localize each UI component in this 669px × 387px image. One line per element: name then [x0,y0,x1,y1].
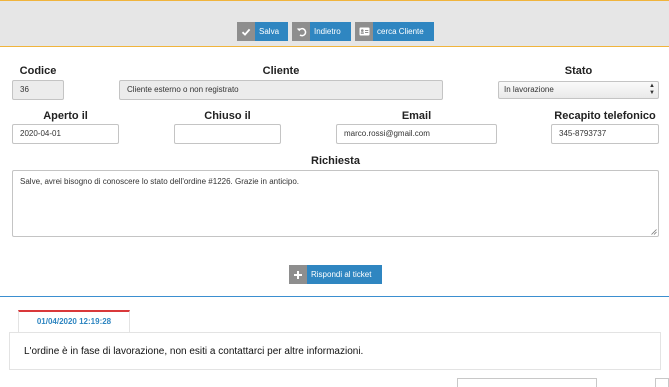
stato-select[interactable]: In lavorazione ▲ ▼ [498,81,659,99]
toolbar: Salva Indietro cerca Cliente [0,0,669,47]
richiesta-text: Salve, avrei bisogno di conoscere lo sta… [20,177,300,186]
chiuso-il-label: Chiuso il [204,110,251,122]
stato-label: Stato [564,65,593,77]
codice-label: Codice [19,65,57,77]
save-button-label: Salva [259,27,280,36]
partial-control[interactable] [655,378,669,387]
email-field[interactable]: marco.rossi@gmail.com [336,124,497,144]
checkmark-icon [237,22,255,41]
aperto-il-field[interactable]: 2020-04-01 [12,124,119,144]
search-client-button[interactable]: cerca Cliente [355,22,434,41]
recapito-field[interactable]: 345-8793737 [551,124,659,144]
richiesta-label: Richiesta [311,155,360,167]
aperto-il-label: Aperto il [43,110,88,122]
chiuso-il-field[interactable] [174,124,281,144]
back-button-label: Indietro [314,27,341,36]
cliente-label: Cliente [262,65,300,77]
tab-response-timestamp[interactable]: 01/04/2020 12:19:28 [18,310,130,333]
select-arrows-icon: ▲ ▼ [649,83,655,96]
cliente-field[interactable]: Cliente esterno o non registrato [119,80,443,100]
stato-select-value: In lavorazione [504,85,554,94]
back-button[interactable]: Indietro [292,22,351,41]
plus-icon [289,265,307,284]
resize-handle-icon[interactable] [651,229,657,235]
contact-card-icon [355,22,373,41]
reply-ticket-button[interactable]: Rispondi al ticket [289,265,382,284]
save-button[interactable]: Salva [237,22,288,41]
email-label: Email [401,110,432,122]
search-client-button-label: cerca Cliente [377,27,424,36]
section-divider [0,296,669,297]
response-message: L'ordine è in fase di lavorazione, non e… [24,346,364,357]
recapito-label: Recapito telefonico [554,110,656,122]
response-panel: L'ordine è in fase di lavorazione, non e… [9,332,661,370]
partial-field[interactable] [457,378,597,387]
codice-field[interactable]: 36 [12,80,64,100]
undo-icon [292,22,310,41]
richiesta-textarea[interactable]: Salve, avrei bisogno di conoscere lo sta… [12,170,659,237]
reply-ticket-button-label: Rispondi al ticket [311,270,372,279]
